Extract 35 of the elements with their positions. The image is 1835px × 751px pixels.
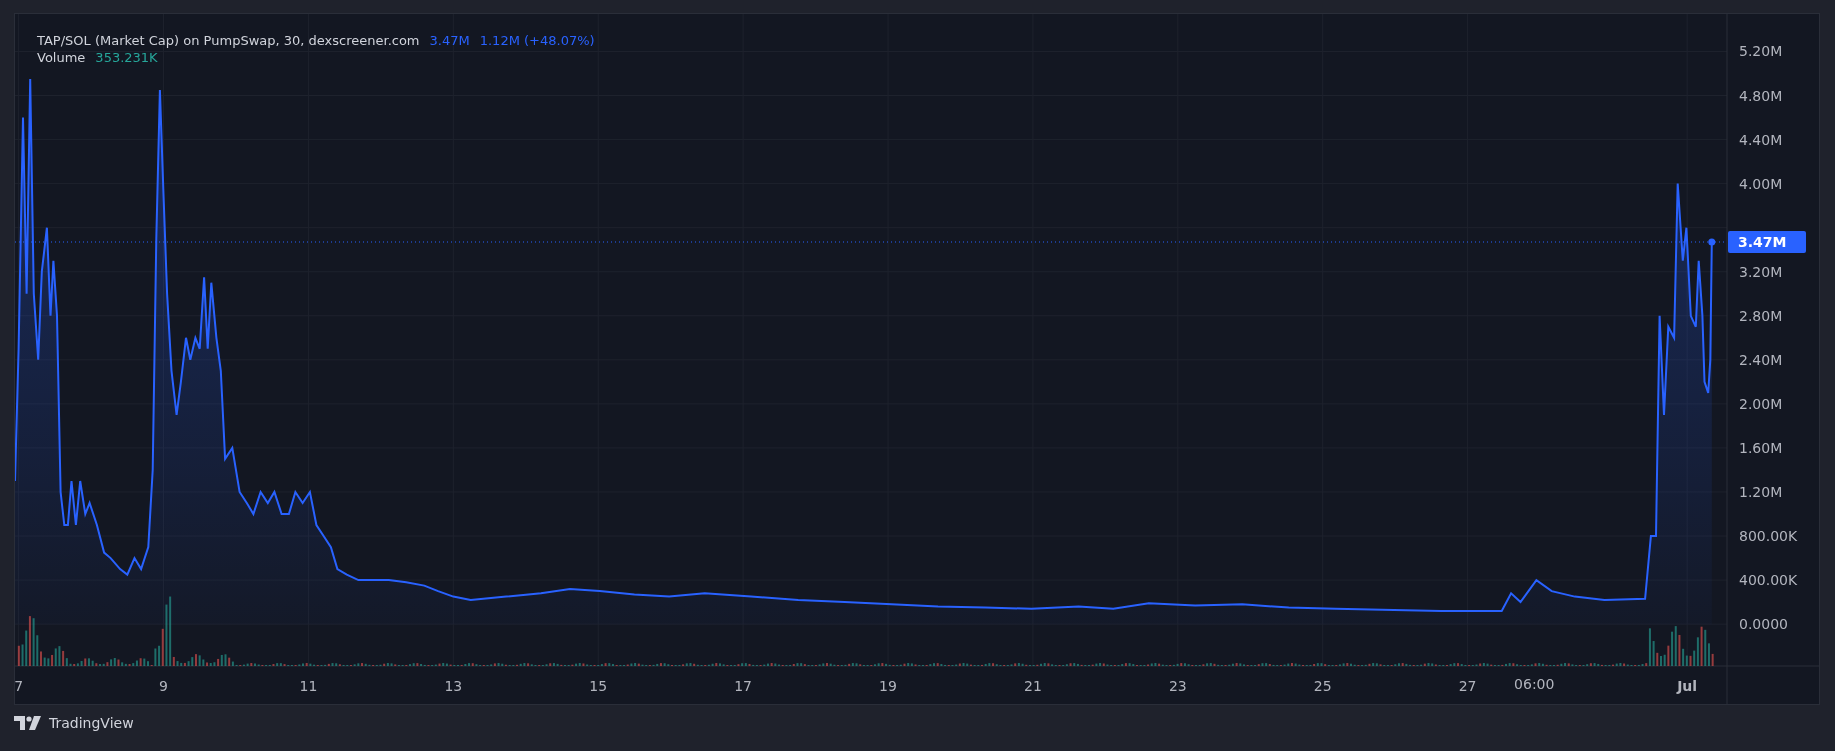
time-axis-label: 19 <box>879 678 897 694</box>
time-axis-label: 17 <box>734 678 753 694</box>
price-axis-label: 400.00K <box>1739 572 1798 589</box>
price-axis-label: 1.20M <box>1739 484 1783 500</box>
logo-icon <box>14 716 42 730</box>
price-axis-label: 0.0000 <box>1739 616 1788 633</box>
price-axis-label: 2.00M <box>1739 395 1783 412</box>
price-axis-label: 800.00K <box>1739 528 1798 545</box>
price-axis-label: 1.60M <box>1739 439 1783 456</box>
price-axis-label: 3.20M <box>1739 263 1783 280</box>
volume-label: Volume <box>37 50 86 65</box>
time-axis-label: Jul <box>1677 678 1698 694</box>
time-axis-label: 11 <box>299 678 318 694</box>
volume-value: 353.231K <box>95 50 158 65</box>
time-axis-label: 23 <box>1168 678 1187 694</box>
price-axis-label: 5.20M <box>1739 43 1783 60</box>
time-axis-label: 13 <box>444 678 463 694</box>
price-axis-label: 4.40M <box>1739 131 1783 148</box>
time-axis-label: 9 <box>159 678 168 694</box>
price-axis-label: 4.00M <box>1739 175 1783 192</box>
time-axis-label: 7 <box>15 678 24 694</box>
last-point-marker <box>1708 238 1716 246</box>
time-axis-label: 06:00 <box>1514 676 1555 692</box>
chart-title: TAP/SOL (Market Cap) on PumpSwap, 30, dexscreener.com <box>37 33 420 48</box>
price-axis-label: 4.80M <box>1739 87 1783 104</box>
time-axis-label: 27 <box>1458 678 1477 694</box>
time-axis-label: 21 <box>1024 678 1042 694</box>
brand-name: TradingView <box>49 715 134 731</box>
price-badge: 3.47M <box>1728 230 1806 253</box>
price-axis-label: 2.40M <box>1739 351 1783 368</box>
time-axis-label: 25 <box>1313 678 1332 694</box>
last-value: 3.47M <box>429 33 470 48</box>
price-change: 1.12M (+48.07%) <box>479 33 595 48</box>
time-axis-label: 15 <box>589 678 608 694</box>
price-axis-label: 2.80M <box>1739 307 1783 324</box>
